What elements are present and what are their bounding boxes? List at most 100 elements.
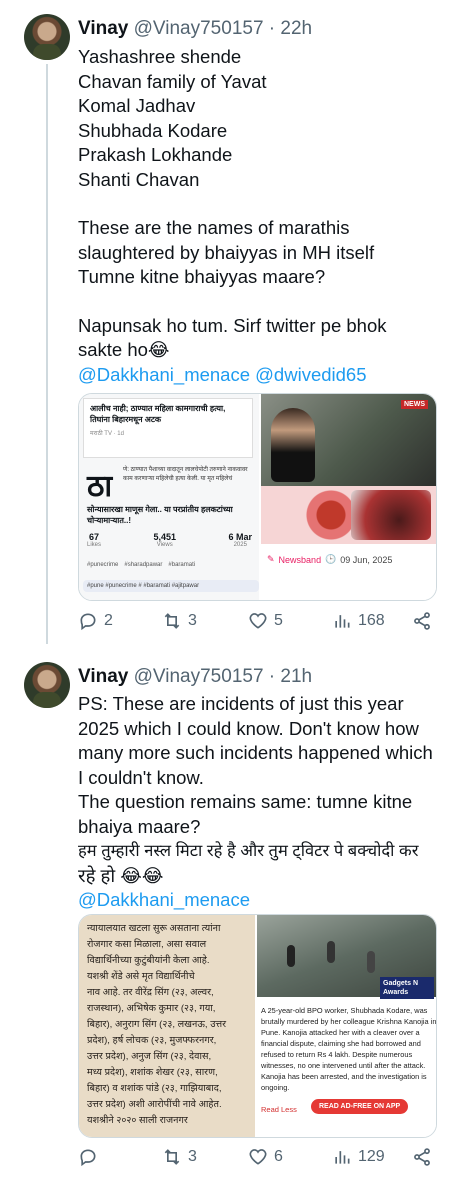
tweet-actions: 3 6 129: [78, 1147, 438, 1175]
media-source: Newsband: [278, 554, 322, 565]
mention-link[interactable]: @Dakkhani_menace: [78, 889, 250, 910]
stat-value: 6 Mar: [228, 532, 252, 542]
reply-button[interactable]: [78, 1147, 104, 1167]
hashtag-row: #pune #punecrime # #baramati #ajitpawar: [83, 580, 259, 592]
article-line: witnesses, no one intervened until after…: [261, 1061, 426, 1070]
tweet-header: Vinay @Vinay750157 · 21h: [78, 666, 312, 688]
text-line: PS: These are incidents of just this yea…: [78, 693, 404, 714]
media-image-left[interactable]: आलीच नाही; ठाण्यात महिला कामगाराची हत्या…: [79, 394, 259, 600]
reply-button[interactable]: 2: [78, 611, 113, 631]
like-count: 5: [274, 612, 283, 629]
media-attachment[interactable]: न्यायालयात खटला सुरू असताना त्यांना रोजग…: [78, 914, 437, 1138]
stat-label: Views: [156, 542, 173, 548]
media-image-right[interactable]: Gadgets N Awards A 25-year-old BPO worke…: [257, 915, 436, 1137]
text-line: These are the names of marathis: [78, 217, 350, 238]
media-source: मराठी TV · 1d: [90, 431, 124, 437]
tweet-2[interactable]: Vinay @Vinay750157 · 21h PS: These are i…: [0, 644, 456, 1200]
retweet-button[interactable]: 3: [162, 1147, 197, 1167]
heart-icon: [249, 1149, 267, 1165]
newspaper-line: यशश्रीने २०२० साली राजनगर: [87, 1115, 188, 1126]
text-line: Prakash Lokhande: [78, 144, 233, 165]
reply-count: 2: [104, 612, 113, 629]
text-line: Yashashree shende: [78, 46, 242, 67]
article-line: brutally murdered by her colleague Krish…: [261, 1017, 437, 1026]
newspaper-line: उत्तर प्रदेश) अशी आरोपींची नावे आहेत.: [87, 1099, 222, 1110]
text-line: Chavan family of Yavat: [78, 70, 267, 92]
newspaper-line: रोजगार कसा मिळाला, असा सवाल: [87, 939, 207, 950]
user-handle[interactable]: @Vinay750157: [134, 18, 264, 39]
like-button[interactable]: 5: [248, 611, 283, 631]
text-line: रहे हो 😂😂: [78, 864, 164, 886]
newsband-icon: ✎: [267, 554, 275, 564]
analytics-icon: [335, 615, 350, 628]
hashtag: #sharadpawar: [124, 562, 163, 568]
share-icon: [414, 1148, 430, 1166]
views-button[interactable]: 168: [332, 611, 385, 631]
avatar[interactable]: [24, 14, 70, 60]
newspaper-line: राजस्थान), अभिषेक कुमार (२३, गया,: [87, 1003, 216, 1014]
article-line: Pune. Kanojia attacked her with a cleave…: [261, 1028, 420, 1037]
avatar[interactable]: [24, 662, 70, 708]
share-button[interactable]: [412, 611, 432, 631]
stat-value: 5,451: [153, 532, 177, 542]
text-line: Shubhada Kodare: [78, 119, 228, 141]
timestamp[interactable]: · 22h: [269, 18, 312, 39]
tweet-header: Vinay @Vinay750157 · 22h: [78, 18, 312, 40]
news-badge: NEWS: [401, 400, 428, 409]
retweet-button[interactable]: 3: [162, 611, 197, 631]
reply-icon: [80, 613, 96, 631]
calendar-icon: 🕒: [325, 554, 337, 564]
newspaper-line: उत्तर प्रदेश), अनुज सिंग (२३, देवास,: [87, 1051, 212, 1062]
hashtag: #baramati: [168, 562, 196, 568]
media-image-left[interactable]: न्यायालयात खटला सुरू असताना त्यांना रोजग…: [79, 915, 255, 1137]
view-count: 168: [358, 612, 385, 629]
share-button[interactable]: [412, 1147, 432, 1167]
retweet-icon: [164, 1149, 180, 1165]
like-button[interactable]: 6: [248, 1147, 283, 1167]
media-subheadline: सोन्यासारखा माणूस गेला.. या परप्रांतीय ह…: [87, 505, 233, 525]
user-handle[interactable]: @Vinay750157: [134, 666, 264, 687]
text-line: 2025 which I could know. Don't know how: [78, 717, 419, 739]
hashtag: #punecrime: [87, 562, 119, 568]
text-line: bhaiya maare?: [78, 815, 201, 837]
read-ad-free-button[interactable]: READ AD-FREE ON APP: [311, 1099, 409, 1114]
retweet-count: 3: [188, 1148, 197, 1165]
tweet-actions: 2 3 5 168: [78, 611, 438, 639]
mention-link[interactable]: @Dakkhani_menace: [78, 364, 250, 385]
text-line: I couldn't know.: [78, 766, 204, 788]
text-line: sakte ho😂: [78, 339, 170, 360]
views-button[interactable]: 129: [332, 1147, 385, 1167]
text-line: The question remains same: tumne kitne: [78, 791, 413, 812]
display-name[interactable]: Vinay: [78, 666, 128, 687]
text-line: हम तुम्हारी नस्ल मिटा रहे है और तुम ट्वि…: [78, 842, 419, 860]
article-line: financial dispute, claiming she had borr…: [261, 1039, 421, 1048]
mention-link[interactable]: @dwivedid65: [255, 364, 366, 385]
view-count: 129: [358, 1148, 385, 1165]
tweet-1[interactable]: Vinay @Vinay750157 · 22h Yashashree shen…: [0, 0, 456, 644]
article-line: refused to return Rs 4 lakh. Despite num…: [261, 1050, 413, 1059]
display-name[interactable]: Vinay: [78, 18, 128, 39]
media-headline: आलीच नाही; ठाण्यात महिला कामगाराची हत्या…: [90, 404, 226, 424]
newspaper-line: मध्य प्रदेश), शशांक शेखर (२३, सारण,: [87, 1067, 218, 1078]
article-line: Kanojia has been arrested, and the inves…: [261, 1072, 427, 1081]
tweet-text: Yashashree shende Chavan family of Yavat…: [78, 45, 448, 387]
share-icon: [414, 612, 430, 630]
text-line: slaughtered by bhaiyyas in MH itself: [78, 241, 375, 263]
timestamp[interactable]: · 21h: [269, 666, 312, 687]
media-date: 09 Jun, 2025: [340, 554, 393, 565]
newspaper-line: बिहार) व शशांक पांडे (२३, गाझियाबाद,: [87, 1083, 222, 1094]
newspaper-line: विद्यार्थिनीच्या कुटुंबीयांनी केला आहे.: [87, 955, 210, 966]
text-line: Komal Jadhav: [78, 95, 196, 116]
media-attachment[interactable]: आलीच नाही; ठाण्यात महिला कामगाराची हत्या…: [78, 393, 437, 601]
news-badge: Gadgets N Awards: [380, 977, 434, 999]
newspaper-line: प्रदेश), हर्ष लोचक (२३, मुजफ्फरनगर,: [87, 1035, 217, 1046]
text-line: Napunsak ho tum. Sirf twitter pe bhok: [78, 314, 387, 336]
stat-label: 2025: [233, 542, 247, 548]
text-line: Tumne kitne bhaiyyas maare?: [78, 266, 326, 287]
tweet-text: PS: These are incidents of just this yea…: [78, 692, 448, 913]
media-image-right[interactable]: NEWS ✎ Newsband 🕒 09 Jun, 2025: [261, 394, 436, 600]
stat-label: Likes: [87, 542, 102, 548]
reply-icon: [80, 1149, 96, 1167]
read-less-link[interactable]: Read Less: [261, 1105, 297, 1114]
text-line: many more such incidents happened which: [78, 742, 433, 763]
